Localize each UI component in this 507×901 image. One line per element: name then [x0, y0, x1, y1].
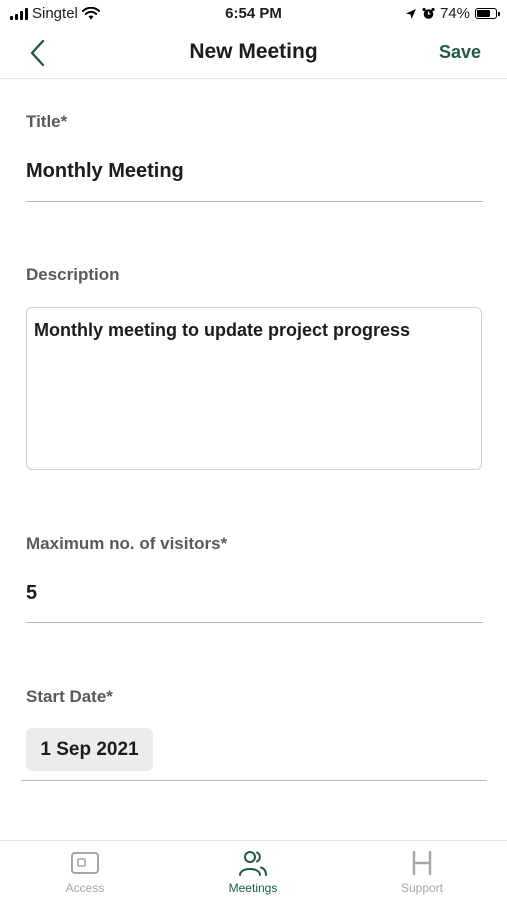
max-visitors-label: Maximum no. of visitors*	[26, 534, 228, 553]
battery-percent: 74%	[439, 5, 470, 22]
start-date-label: Start Date*	[26, 687, 113, 706]
save-button[interactable]: Save	[439, 42, 481, 63]
tab-bar: Access Meetings Support	[0, 840, 507, 901]
people-icon	[203, 849, 303, 877]
status-bar: Singtel 6:54 PM 74%	[0, 0, 507, 28]
title-underline	[26, 201, 483, 202]
title-label: Title*	[26, 112, 68, 131]
tab-meetings[interactable]: Meetings	[203, 849, 303, 895]
status-right: 74%	[405, 5, 500, 22]
page-title: New Meeting	[189, 40, 318, 63]
tab-access-label: Access	[65, 881, 105, 895]
tab-meetings-label: Meetings	[228, 881, 278, 895]
start-date-underline	[21, 780, 487, 781]
alarm-icon	[422, 7, 435, 19]
max-visitors-underline	[26, 622, 483, 623]
max-visitors-input[interactable]: 5	[26, 582, 482, 605]
tab-support[interactable]: Support	[372, 849, 472, 895]
h-support-icon	[372, 849, 472, 877]
start-date-picker[interactable]: 1 Sep 2021	[26, 728, 153, 771]
battery-icon	[475, 8, 500, 19]
description-label: Description	[26, 265, 120, 284]
location-arrow-icon	[405, 8, 416, 19]
battery-fill	[477, 10, 491, 17]
tab-support-label: Support	[400, 881, 444, 895]
title-input[interactable]: Monthly Meeting	[26, 160, 482, 183]
nav-bar: New Meeting Save	[0, 28, 507, 79]
tab-access[interactable]: Access	[35, 849, 135, 895]
description-textarea[interactable]: Monthly meeting to update project progre…	[26, 307, 482, 470]
access-card-icon	[35, 849, 135, 877]
